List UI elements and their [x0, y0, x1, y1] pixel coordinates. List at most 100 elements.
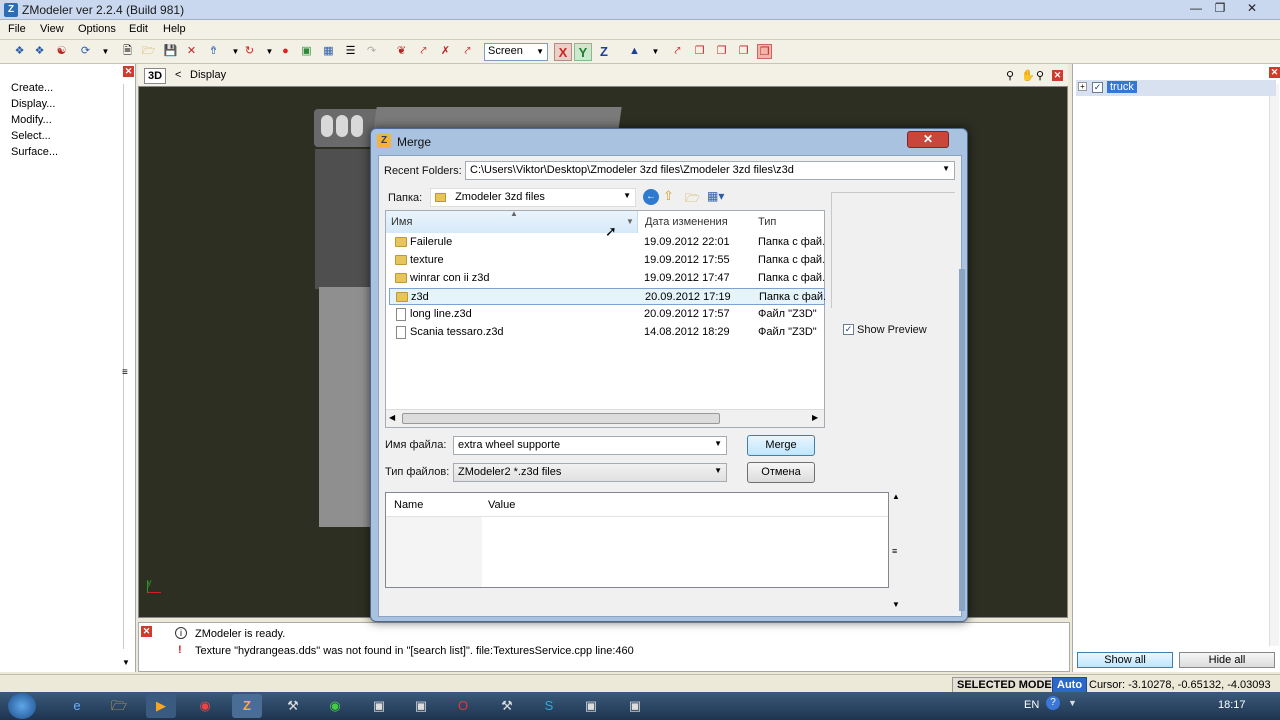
scroll-thumb[interactable] [402, 413, 720, 424]
properties-grid[interactable]: Name Value [385, 492, 889, 588]
new-folder-icon[interactable]: 🗁 [685, 189, 700, 205]
filename-input[interactable]: extra wheel supporte ▼ [453, 436, 727, 455]
menu-file[interactable]: File [8, 23, 26, 35]
select-tool-icon[interactable]: ❖ [12, 44, 27, 59]
mode-indicator[interactable]: SELECTED MODE [952, 677, 1057, 693]
horizontal-scrollbar[interactable]: ◀ ▶ [386, 409, 824, 427]
auto-indicator[interactable]: Auto [1052, 677, 1088, 693]
scroll-up-icon[interactable]: ▲ [892, 492, 900, 501]
ie-icon[interactable]: e [62, 694, 92, 718]
file-row-selected[interactable]: z3d 20.09.2012 17:19 Папка с фай... [389, 288, 825, 305]
column-type-header[interactable]: Тип [753, 211, 776, 233]
snap-icon[interactable]: ❦ [394, 44, 409, 59]
cursor-icon[interactable]: ▲ [627, 44, 642, 59]
back-icon[interactable]: ← [643, 189, 659, 205]
dialog-resize-edge[interactable] [959, 269, 965, 611]
media-player-icon[interactable]: ▶ [146, 694, 176, 718]
filetype-select[interactable]: ZModeler2 *.z3d files ▼ [453, 463, 727, 482]
chrome-icon[interactable]: ◉ [190, 694, 220, 718]
open-folder-icon[interactable]: 🗁 [141, 44, 156, 59]
object-mode-icon[interactable]: ❐ [736, 44, 751, 59]
scroll-down-icon[interactable]: ▼ [122, 658, 130, 667]
scroll-down-icon[interactable]: ▼ [892, 600, 900, 609]
file-row[interactable]: Scania tessaro.z3d 14.08.2012 18:29 Файл… [389, 324, 825, 341]
help-icon[interactable]: ? [1046, 696, 1060, 710]
language-indicator[interactable]: EN [1024, 699, 1039, 711]
redo-icon[interactable]: ↷ [364, 44, 379, 59]
file-row[interactable]: long line.z3d 20.09.2012 17:57 Файл "Z3D… [389, 306, 825, 323]
close-viewport-icon[interactable]: ✕ [1052, 70, 1063, 81]
file-row[interactable]: winrar con ii z3d 19.09.2012 17:47 Папка… [389, 270, 825, 287]
folder-select[interactable]: Zmodeler 3zd files ▼ [430, 188, 636, 207]
import-icon[interactable]: ⇮ [206, 44, 221, 59]
grip-icon[interactable]: ≡ [122, 367, 128, 378]
dropdown-arrow-icon-4[interactable]: ▼ [648, 44, 663, 59]
column-name-header[interactable]: Имя [386, 211, 412, 233]
start-button[interactable] [8, 693, 36, 719]
axis-z-button[interactable]: Z [595, 43, 613, 61]
tray-expand-icon[interactable]: ▼ [1068, 698, 1077, 708]
app-icon-3[interactable]: ▣ [406, 694, 436, 718]
visibility-checkbox[interactable]: ✓ [1092, 82, 1103, 93]
properties-scrollbar[interactable]: ▲ ≡ ▼ [891, 492, 901, 614]
close-icon[interactable]: ✕ [1240, 1, 1264, 17]
cmd-create[interactable]: Create... [11, 82, 53, 94]
dropdown-arrow-icon-3[interactable]: ▼ [262, 44, 277, 59]
file-row[interactable]: texture 19.09.2012 17:55 Папка с фай... [389, 252, 825, 269]
app-icon-2[interactable]: ▣ [364, 694, 394, 718]
hide-all-button[interactable]: Hide all [1179, 652, 1275, 668]
cmd-modify[interactable]: Modify... [11, 114, 52, 126]
column-date-header[interactable]: Дата изменения [640, 211, 728, 233]
close-panel-icon[interactable]: ✕ [123, 66, 134, 77]
close-objects-panel-icon[interactable]: ✕ [1269, 67, 1280, 78]
minimize-icon[interactable]: — [1184, 1, 1208, 17]
dropdown-arrow-icon[interactable]: ▼ [98, 44, 113, 59]
scroll-left-icon[interactable]: ◀ [389, 413, 395, 422]
save-icon[interactable]: 💾 [163, 44, 178, 59]
maximize-icon[interactable]: ❐ [1208, 1, 1232, 17]
axis-y-button[interactable]: Y [574, 43, 592, 61]
axis-x-button[interactable]: X [554, 43, 572, 61]
view-menu-icon[interactable]: ▦▾ [707, 189, 731, 203]
object-mode-icon-2[interactable]: ❐ [757, 44, 772, 59]
app-icon-4[interactable]: ⚒ [492, 694, 522, 718]
up-folder-icon[interactable]: ⇧ [663, 188, 679, 204]
viewport-mode-badge[interactable]: 3D [144, 68, 166, 84]
axis-tool-icon-2[interactable]: ✗ [438, 44, 453, 59]
recent-folders-select[interactable]: C:\Users\Viktor\Desktop\Zmodeler 3zd fil… [465, 161, 955, 180]
scroll-right-icon[interactable]: ▶ [812, 413, 818, 422]
dialog-close-icon[interactable]: ✕ [907, 131, 949, 148]
view-mode-select[interactable]: Screen ▼ [484, 43, 548, 61]
rotate-tool-icon[interactable]: ⟳ [78, 44, 93, 59]
merge-button[interactable]: Merge [747, 435, 815, 456]
cmd-display[interactable]: Display... [11, 98, 55, 110]
explorer-icon[interactable]: 🗁 [104, 694, 134, 718]
expand-icon[interactable]: + [1078, 82, 1087, 91]
zmodeler-task-icon[interactable]: Z [232, 694, 262, 718]
axis-tool-icon[interactable]: ⤤ [416, 44, 431, 59]
cmd-select[interactable]: Select... [11, 130, 51, 142]
zoom-extents-icon[interactable]: ⚲ [1036, 69, 1044, 82]
opera-icon[interactable]: O [448, 694, 478, 718]
back-arrow[interactable]: < [175, 69, 181, 81]
show-all-button[interactable]: Show all [1077, 652, 1173, 668]
delete-icon[interactable]: ✕ [184, 44, 199, 59]
file-row[interactable]: Failerule 19.09.2012 22:01 Папка с фай..… [389, 234, 825, 251]
cancel-button[interactable]: Отмена [747, 462, 815, 483]
menu-options[interactable]: Options [78, 23, 116, 35]
new-file-icon[interactable]: 🗎 [120, 44, 135, 59]
axis-tool-icon-3[interactable]: ⤤ [460, 44, 475, 59]
edge-mode-icon[interactable]: ❐ [692, 44, 707, 59]
menu-help[interactable]: Help [163, 23, 186, 35]
utorrent-icon[interactable]: ◉ [320, 694, 350, 718]
show-preview-checkbox[interactable]: ✓ [843, 324, 854, 335]
face-mode-icon[interactable]: ❐ [714, 44, 729, 59]
grid-icon[interactable]: ▦ [321, 44, 336, 59]
menu-view[interactable]: View [40, 23, 64, 35]
app-icon-6[interactable]: ▣ [620, 694, 650, 718]
app-icon-5[interactable]: ▣ [576, 694, 606, 718]
zoom-icon[interactable]: ⚲ [1006, 69, 1014, 82]
pan-icon[interactable]: ✋ [1021, 69, 1035, 82]
document-icon[interactable]: ☰ [343, 44, 358, 59]
vertex-mode-icon[interactable]: ⤤ [670, 44, 685, 59]
